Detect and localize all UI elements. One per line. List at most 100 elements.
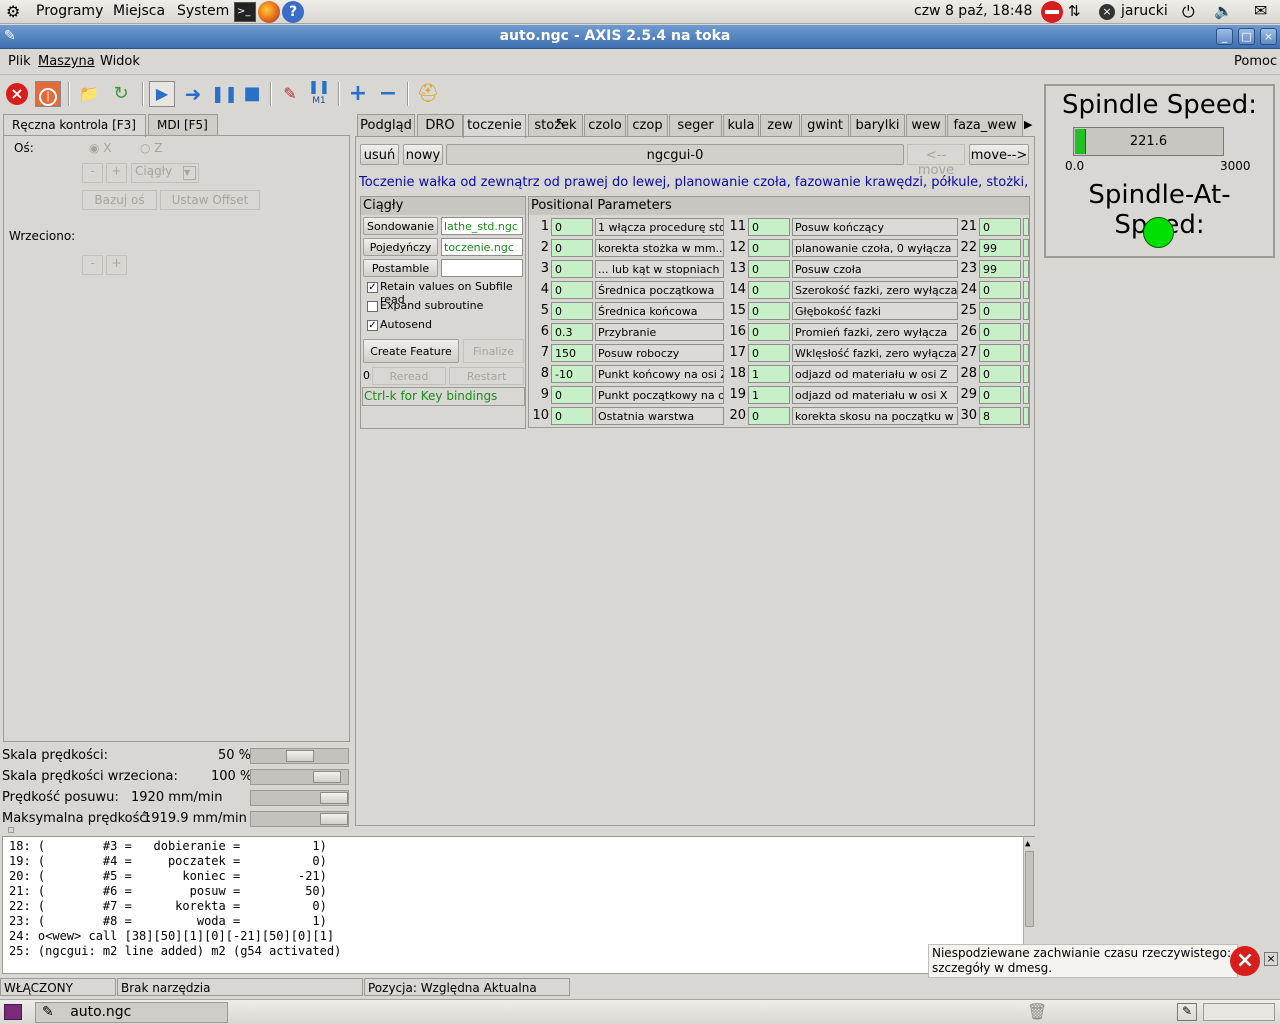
axis-x-radio[interactable]: ◉ X	[89, 141, 112, 155]
preamble-file-field[interactable]: lathe_std.ngc	[441, 217, 523, 235]
slider-thumb[interactable]	[320, 792, 348, 804]
run-icon[interactable]: ▶	[149, 81, 175, 107]
spindle-plus-button[interactable]: +	[106, 255, 127, 275]
param-value-field[interactable]: 0	[979, 386, 1021, 404]
menu-maszyna[interactable]: Maszyna	[38, 54, 95, 69]
gcode-line[interactable]: 18: ( #3 = dobieranie = 1)	[9, 839, 327, 853]
param-value-field[interactable]: 99	[979, 239, 1021, 257]
pause-icon[interactable]: ❚❚	[210, 81, 238, 107]
param-value-field[interactable]: 0	[748, 239, 790, 257]
param-value-field[interactable]: 0	[748, 323, 790, 341]
gcode-line[interactable]: 20: ( #5 = koniec = -21)	[9, 869, 327, 883]
gcode-line[interactable]: 19: ( #4 = poczatek = 0)	[9, 854, 327, 868]
tab-czop[interactable]: czop	[627, 114, 668, 137]
tab-dro[interactable]: DRO	[417, 114, 463, 137]
workspace-switcher[interactable]	[1203, 1003, 1275, 1021]
tab-seger[interactable]: seger	[669, 114, 722, 137]
scroll-up-icon[interactable]: ▲	[1025, 839, 1030, 849]
estop-icon[interactable]: ×	[4, 81, 30, 107]
param-value-field[interactable]: -10	[551, 365, 593, 383]
autosend-checkbox[interactable]: ✓	[367, 320, 378, 331]
expand-subroutine-checkbox[interactable]	[367, 301, 378, 312]
tab-wew[interactable]: wew	[906, 114, 946, 137]
reload-icon[interactable]: ↻	[108, 81, 134, 107]
param-value-field[interactable]: 0	[979, 302, 1021, 320]
menu-pomoc[interactable]: Pomoc	[1234, 54, 1277, 69]
key-bindings-hint[interactable]: Ctrl-k for Key bindings	[362, 387, 525, 406]
param-value-field[interactable]: 1	[748, 365, 790, 383]
stop-icon[interactable]: ■	[239, 81, 265, 107]
trash-icon[interactable]: 🗑	[1027, 1002, 1047, 1021]
terminal-launcher-icon[interactable]: >_	[234, 2, 256, 22]
param-value-field[interactable]: 0	[748, 218, 790, 236]
param-value-field[interactable]: 0	[551, 302, 593, 320]
clear-plot-icon[interactable]: ⛑	[415, 81, 441, 107]
pojedynczy-button[interactable]: Pojedyńczy	[363, 238, 438, 256]
param-value-field[interactable]: 0	[979, 365, 1021, 383]
zoom-in-icon[interactable]: +	[345, 81, 371, 107]
param-value-field[interactable]: 1	[748, 386, 790, 404]
remove-page-button[interactable]: usuń	[360, 144, 399, 165]
step-icon[interactable]: ➜	[180, 81, 206, 107]
no-entry-icon[interactable]	[1041, 1, 1063, 23]
finalize-button[interactable]: Finalize	[463, 339, 524, 363]
reread-button[interactable]: Reread	[372, 367, 446, 385]
slider-thumb[interactable]	[313, 771, 341, 783]
window-titlebar[interactable]: ✎ auto.ngc - AXIS 2.5.4 na toka _ □ ×	[0, 25, 1280, 49]
subfile-field[interactable]: toczenie.ngc	[441, 238, 523, 256]
mail-icon[interactable]: ✉	[1254, 1, 1267, 20]
show-desktop-icon[interactable]	[4, 1004, 22, 1020]
param-value-field[interactable]: 0	[551, 260, 593, 278]
param-value-field[interactable]: 0	[748, 260, 790, 278]
maximize-icon[interactable]: □	[1238, 28, 1255, 45]
menu-programy[interactable]: Programy	[36, 3, 103, 19]
clock[interactable]: czw 8 paź, 18:48	[914, 3, 1032, 19]
param-value-field[interactable]: 150	[551, 344, 593, 362]
spindle-override-slider[interactable]	[250, 769, 349, 785]
param-value-field[interactable]: 0	[979, 323, 1021, 341]
spindle-minus-button[interactable]: -	[82, 255, 103, 275]
tab-scroll-right-icon[interactable]: ▶	[1024, 116, 1033, 134]
tab-toczenie[interactable]: toczenie	[463, 114, 526, 138]
gcode-line[interactable]: 21: ( #6 = posuw = 50)	[9, 884, 327, 898]
tab-mdi[interactable]: MDI [F5]	[148, 114, 218, 136]
power-icon[interactable]: |	[35, 81, 61, 107]
sondowanie-button[interactable]: Sondowanie	[363, 217, 438, 235]
tab-zew[interactable]: zew	[760, 114, 800, 137]
restart-button[interactable]: Restart	[449, 367, 524, 385]
gcode-line[interactable]: 23: ( #8 = woda = 1)	[9, 914, 327, 928]
param-value-field[interactable]: 99	[979, 260, 1021, 278]
new-page-button[interactable]: nowy	[403, 144, 443, 165]
param-value-field[interactable]: 0	[748, 407, 790, 425]
gcode-line[interactable]: 24: o<wew> call [38][50][1][0][-21][50][…	[9, 929, 334, 943]
firefox-launcher-icon[interactable]	[258, 1, 280, 23]
param-value-field[interactable]: 0	[748, 281, 790, 299]
menu-plik[interactable]: Plik	[8, 54, 31, 69]
param-value-field[interactable]: 0	[551, 386, 593, 404]
gcode-listing[interactable]: 18: ( #3 = dobieranie = 1) 19: ( #4 = poc…	[2, 836, 1035, 974]
param-value-field[interactable]: 0	[551, 218, 593, 236]
scroll-thumb[interactable]	[1025, 851, 1034, 927]
feed-override-slider[interactable]	[250, 748, 349, 764]
jog-speed-slider[interactable]	[250, 790, 349, 806]
create-feature-button[interactable]: Create Feature	[363, 339, 459, 363]
gcode-line[interactable]: 22: ( #7 = korekta = 0)	[9, 899, 327, 913]
param-value-field[interactable]: 0	[551, 281, 593, 299]
close-window-icon[interactable]: ×	[1260, 28, 1277, 45]
network-arrows-icon[interactable]: ⇅	[1068, 2, 1081, 20]
menu-system[interactable]: System	[177, 3, 229, 19]
retain-values-checkbox[interactable]: ✓	[367, 282, 378, 293]
shutdown-icon[interactable]: ⏻	[1182, 2, 1195, 22]
open-file-icon[interactable]: 📁	[76, 81, 102, 107]
tab-barylki[interactable]: barylki	[850, 114, 905, 137]
tab-gwint[interactable]: gwint	[801, 114, 849, 137]
jog-plus-button[interactable]: +	[106, 163, 127, 183]
block-delete-icon[interactable]: ✎	[277, 81, 303, 107]
param-value-field[interactable]: 0	[979, 218, 1021, 236]
max-velocity-slider[interactable]	[250, 811, 349, 827]
slider-thumb[interactable]	[286, 750, 314, 762]
param-value-field[interactable]: 0	[551, 239, 593, 257]
taskbar-item[interactable]: ✎ auto.ngc	[35, 1002, 228, 1023]
user-name[interactable]: jarucki	[1121, 3, 1168, 19]
menu-widok[interactable]: Widok	[100, 54, 140, 69]
